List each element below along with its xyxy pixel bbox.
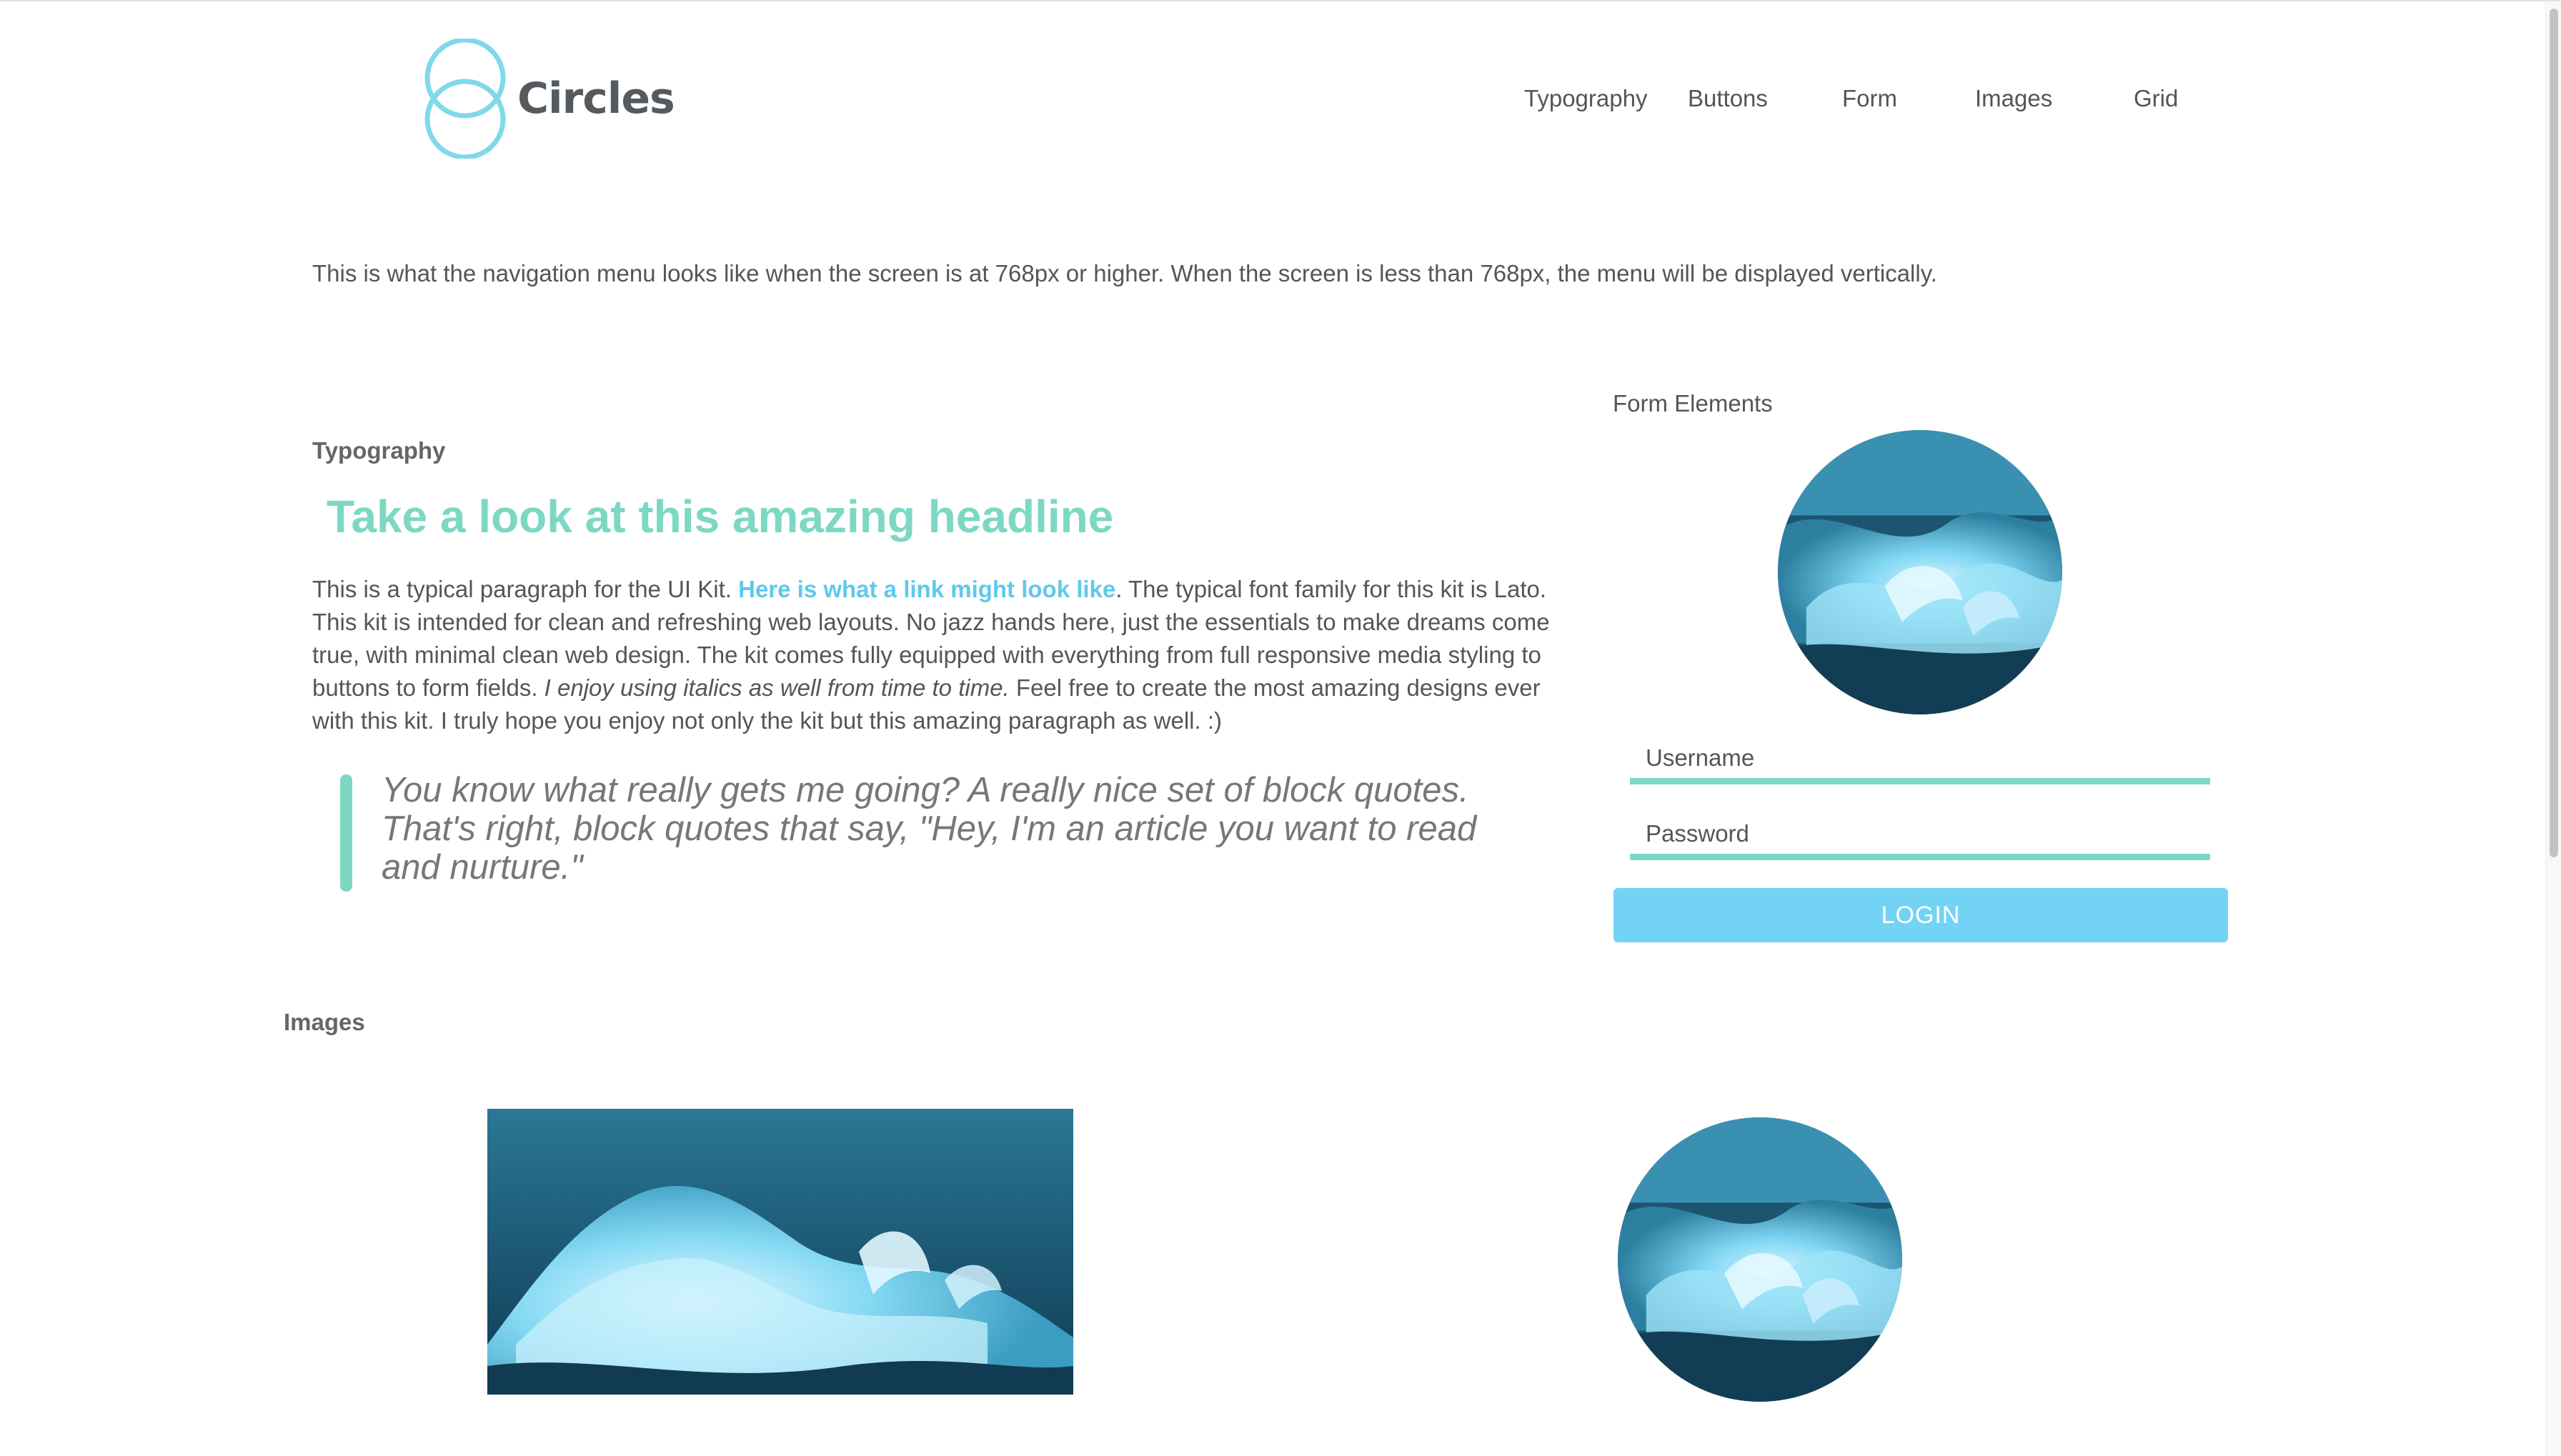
nav-item-images[interactable]: Images: [1975, 85, 2052, 112]
ocean-wave-image: [487, 1109, 1073, 1395]
avatar: [1778, 430, 2062, 714]
page: Circles Typography Buttons Form Images G…: [0, 0, 2561, 1456]
scrollbar-thumb[interactable]: [2550, 9, 2558, 857]
nav-item-typography[interactable]: Typography: [1524, 85, 1647, 112]
typography-section-label: Typography: [312, 437, 446, 464]
intro-text: This is what the navigation menu looks l…: [312, 260, 1937, 286]
username-field[interactable]: [1630, 737, 2210, 784]
blockquote-bar: [340, 774, 352, 892]
scrollbar[interactable]: [2545, 1, 2561, 1456]
sample-link[interactable]: Here is what a link might look like: [738, 576, 1115, 602]
ocean-wave-image: [1778, 430, 2062, 714]
nav-item-buttons[interactable]: Buttons: [1688, 85, 1768, 112]
ocean-wave-image: [1618, 1117, 1902, 1402]
two-overlapping-circles-icon: [424, 39, 506, 159]
logo[interactable]: Circles: [420, 39, 675, 159]
images-section-label: Images: [284, 1009, 365, 1035]
body-paragraph: This is a typical paragraph for the UI K…: [312, 573, 1577, 737]
headline: Take a look at this amazing headline: [327, 491, 1114, 542]
paragraph-text: This is a typical paragraph for the UI K…: [312, 576, 739, 602]
form-section-label: Form Elements: [1613, 390, 1773, 417]
nav-item-form[interactable]: Form: [1842, 85, 1897, 112]
blockquote: You know what really gets me going? A re…: [382, 771, 1477, 887]
brand-name: Circles: [517, 74, 675, 124]
password-field[interactable]: [1630, 813, 2210, 860]
rectangular-image: [487, 1109, 1073, 1395]
login-button[interactable]: LOGIN: [1613, 888, 2228, 942]
circular-image: [1618, 1117, 1902, 1402]
italic-text: I enjoy using italics as well from time …: [544, 674, 1010, 701]
nav-item-grid[interactable]: Grid: [2134, 85, 2178, 112]
